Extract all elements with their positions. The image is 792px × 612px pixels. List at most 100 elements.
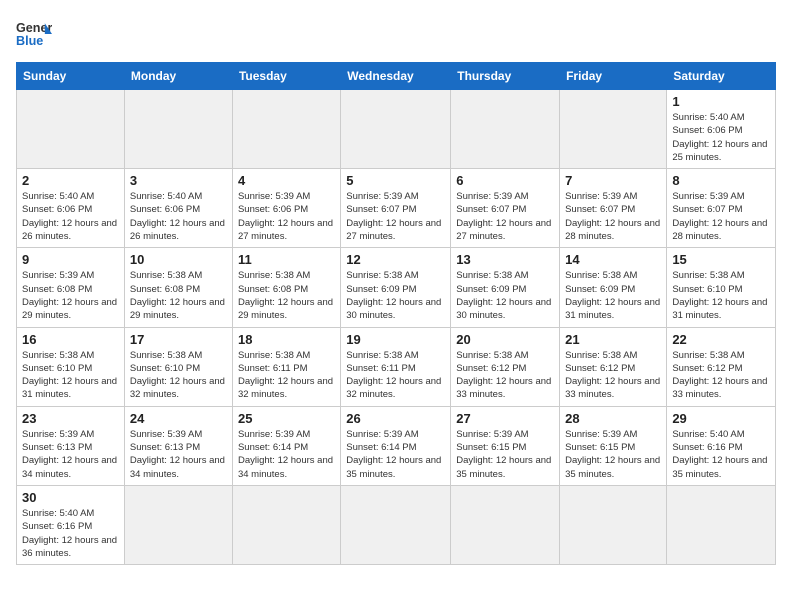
weekday-header-wednesday: Wednesday [341, 63, 451, 90]
day-number: 23 [22, 411, 119, 426]
day-number: 12 [346, 252, 445, 267]
day-number: 3 [130, 173, 227, 188]
day-number: 29 [672, 411, 770, 426]
calendar-cell [232, 485, 340, 564]
calendar-cell: 22Sunrise: 5:38 AM Sunset: 6:12 PM Dayli… [667, 327, 776, 406]
day-info: Sunrise: 5:38 AM Sunset: 6:10 PM Dayligh… [672, 269, 770, 322]
day-info: Sunrise: 5:39 AM Sunset: 6:08 PM Dayligh… [22, 269, 119, 322]
calendar-cell [341, 485, 451, 564]
calendar-cell: 4 Sunrise: 5:39 AM Sunset: 6:06 PM Daylig… [232, 169, 340, 248]
day-info: Sunrise: 5:38 AM Sunset: 6:09 PM Dayligh… [346, 269, 445, 322]
calendar-cell: 13 Sunrise: 5:38 AM Sunset: 6:09 PM Dayli… [451, 248, 560, 327]
calendar-cell [560, 485, 667, 564]
calendar-cell: 11Sunrise: 5:38 AM Sunset: 6:08 PM Dayli… [232, 248, 340, 327]
calendar-cell: 14 Sunrise: 5:38 AM Sunset: 6:09 PM Dayli… [560, 248, 667, 327]
day-number: 15 [672, 252, 770, 267]
calendar-cell: 25Sunrise: 5:39 AM Sunset: 6:14 PM Dayli… [232, 406, 340, 485]
calendar-cell: 17 Sunrise: 5:38 AM Sunset: 6:10 PM Dayli… [124, 327, 232, 406]
day-info: Sunrise: 5:40 AM Sunset: 6:06 PM Dayligh… [130, 190, 227, 243]
day-info: Sunrise: 5:39 AM Sunset: 6:06 PM Dayligh… [238, 190, 335, 243]
day-info: Sunrise: 5:38 AM Sunset: 6:12 PM Dayligh… [565, 349, 661, 402]
day-number: 27 [456, 411, 554, 426]
day-info: Sunrise: 5:39 AM Sunset: 6:13 PM Dayligh… [130, 428, 227, 481]
calendar-cell: 15 Sunrise: 5:38 AM Sunset: 6:10 PM Dayli… [667, 248, 776, 327]
day-number: 6 [456, 173, 554, 188]
day-info: Sunrise: 5:39 AM Sunset: 6:07 PM Dayligh… [346, 190, 445, 243]
day-number: 16 [22, 332, 119, 347]
day-number: 28 [565, 411, 661, 426]
calendar-cell: 19 Sunrise: 5:38 AM Sunset: 6:11 PM Dayli… [341, 327, 451, 406]
weekday-header-friday: Friday [560, 63, 667, 90]
weekday-header-monday: Monday [124, 63, 232, 90]
day-info: Sunrise: 5:39 AM Sunset: 6:13 PM Dayligh… [22, 428, 119, 481]
calendar-cell: 27 Sunrise: 5:39 AM Sunset: 6:15 PM Dayli… [451, 406, 560, 485]
day-number: 19 [346, 332, 445, 347]
day-number: 7 [565, 173, 661, 188]
page-header: General Blue [16, 16, 776, 52]
logo-icon: General Blue [16, 16, 52, 52]
calendar-cell: 18Sunrise: 5:38 AM Sunset: 6:11 PM Dayli… [232, 327, 340, 406]
day-number: 5 [346, 173, 445, 188]
day-number: 10 [130, 252, 227, 267]
weekday-header-thursday: Thursday [451, 63, 560, 90]
day-info: Sunrise: 5:38 AM Sunset: 6:12 PM Dayligh… [672, 349, 770, 402]
day-info: Sunrise: 5:40 AM Sunset: 6:06 PM Dayligh… [22, 190, 119, 243]
day-number: 13 [456, 252, 554, 267]
day-info: Sunrise: 5:39 AM Sunset: 6:07 PM Dayligh… [456, 190, 554, 243]
day-number: 18 [238, 332, 335, 347]
day-number: 24 [130, 411, 227, 426]
weekday-header-sunday: Sunday [17, 63, 125, 90]
logo: General Blue [16, 16, 52, 52]
day-number: 25 [238, 411, 335, 426]
day-number: 14 [565, 252, 661, 267]
calendar-cell: 21Sunrise: 5:38 AM Sunset: 6:12 PM Dayli… [560, 327, 667, 406]
day-info: Sunrise: 5:38 AM Sunset: 6:10 PM Dayligh… [130, 349, 227, 402]
calendar-cell: 2Sunrise: 5:40 AM Sunset: 6:06 PM Daylig… [17, 169, 125, 248]
day-number: 9 [22, 252, 119, 267]
day-number: 26 [346, 411, 445, 426]
calendar-cell [667, 485, 776, 564]
day-number: 8 [672, 173, 770, 188]
calendar-cell: 26 Sunrise: 5:39 AM Sunset: 6:14 PM Dayli… [341, 406, 451, 485]
svg-text:Blue: Blue [16, 34, 43, 48]
day-info: Sunrise: 5:39 AM Sunset: 6:14 PM Dayligh… [346, 428, 445, 481]
weekday-header-tuesday: Tuesday [232, 63, 340, 90]
calendar-cell: 29Sunrise: 5:40 AM Sunset: 6:16 PM Dayli… [667, 406, 776, 485]
day-info: Sunrise: 5:40 AM Sunset: 6:06 PM Dayligh… [672, 111, 770, 164]
calendar-cell [560, 90, 667, 169]
day-number: 4 [238, 173, 335, 188]
calendar-cell: 16 Sunrise: 5:38 AM Sunset: 6:10 PM Dayli… [17, 327, 125, 406]
weekday-header-saturday: Saturday [667, 63, 776, 90]
calendar-cell: 9 Sunrise: 5:39 AM Sunset: 6:08 PM Daylig… [17, 248, 125, 327]
day-info: Sunrise: 5:38 AM Sunset: 6:11 PM Dayligh… [346, 349, 445, 402]
calendar-cell: 1Sunrise: 5:40 AM Sunset: 6:06 PM Daylig… [667, 90, 776, 169]
day-info: Sunrise: 5:39 AM Sunset: 6:07 PM Dayligh… [672, 190, 770, 243]
day-info: Sunrise: 5:38 AM Sunset: 6:10 PM Dayligh… [22, 349, 119, 402]
day-info: Sunrise: 5:40 AM Sunset: 6:16 PM Dayligh… [22, 507, 119, 560]
calendar-table: SundayMondayTuesdayWednesdayThursdayFrid… [16, 62, 776, 565]
calendar-cell [232, 90, 340, 169]
day-number: 20 [456, 332, 554, 347]
calendar-cell: 23 Sunrise: 5:39 AM Sunset: 6:13 PM Dayli… [17, 406, 125, 485]
day-number: 30 [22, 490, 119, 505]
calendar-cell: 20 Sunrise: 5:38 AM Sunset: 6:12 PM Dayli… [451, 327, 560, 406]
calendar-cell: 30 Sunrise: 5:40 AM Sunset: 6:16 PM Dayli… [17, 485, 125, 564]
calendar-cell: 7Sunrise: 5:39 AM Sunset: 6:07 PM Daylig… [560, 169, 667, 248]
day-number: 17 [130, 332, 227, 347]
calendar-cell [17, 90, 125, 169]
calendar-cell [124, 485, 232, 564]
calendar-cell: 6 Sunrise: 5:39 AM Sunset: 6:07 PM Daylig… [451, 169, 560, 248]
calendar-cell [124, 90, 232, 169]
calendar-cell: 5 Sunrise: 5:39 AM Sunset: 6:07 PM Daylig… [341, 169, 451, 248]
day-info: Sunrise: 5:38 AM Sunset: 6:09 PM Dayligh… [565, 269, 661, 322]
calendar-cell [341, 90, 451, 169]
day-info: Sunrise: 5:39 AM Sunset: 6:15 PM Dayligh… [456, 428, 554, 481]
calendar-cell: 12 Sunrise: 5:38 AM Sunset: 6:09 PM Dayli… [341, 248, 451, 327]
calendar-cell: 24 Sunrise: 5:39 AM Sunset: 6:13 PM Dayli… [124, 406, 232, 485]
day-info: Sunrise: 5:39 AM Sunset: 6:15 PM Dayligh… [565, 428, 661, 481]
day-number: 11 [238, 252, 335, 267]
calendar-cell [451, 485, 560, 564]
day-info: Sunrise: 5:38 AM Sunset: 6:09 PM Dayligh… [456, 269, 554, 322]
calendar-cell: 8 Sunrise: 5:39 AM Sunset: 6:07 PM Daylig… [667, 169, 776, 248]
day-info: Sunrise: 5:38 AM Sunset: 6:12 PM Dayligh… [456, 349, 554, 402]
